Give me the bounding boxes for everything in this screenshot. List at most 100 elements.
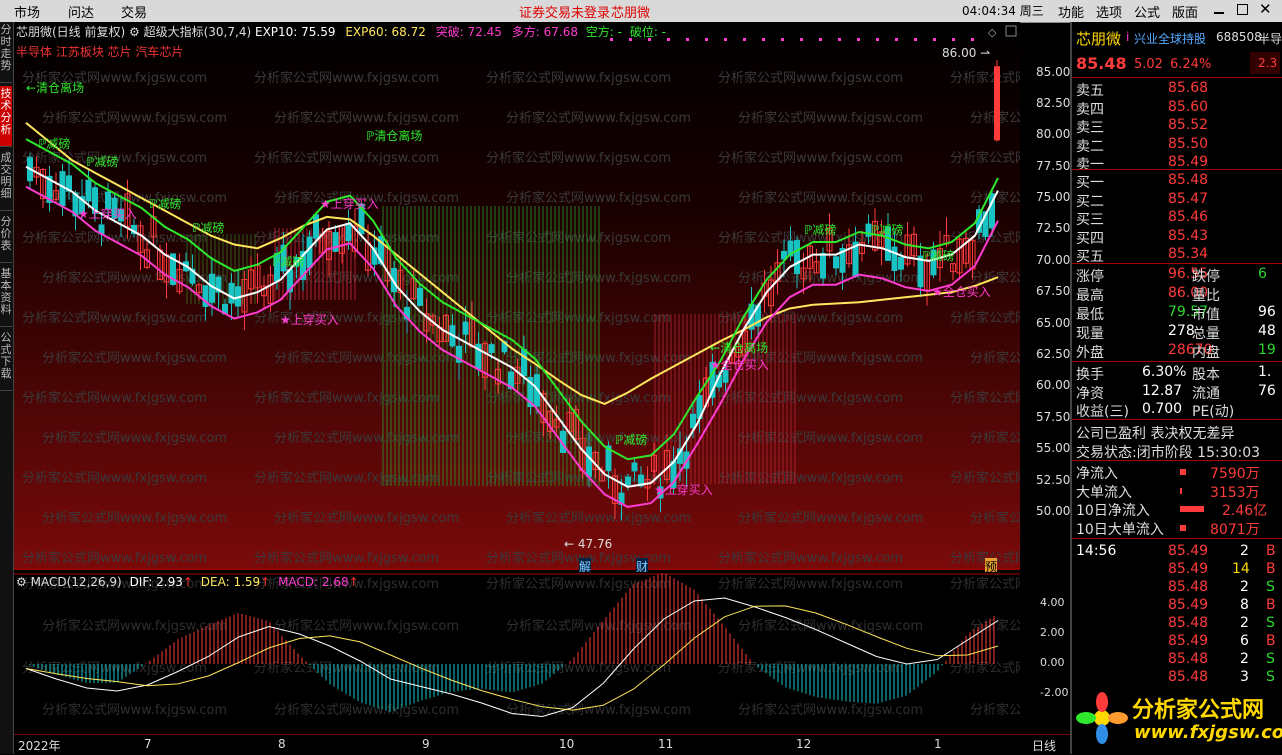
watermark-text: 分析家公式网www.fxjgsw.com	[506, 190, 691, 206]
signal-reduce-2: ℙ减磅	[86, 154, 118, 169]
signal-dot	[762, 38, 765, 41]
separator	[1072, 538, 1282, 539]
indicator-gear-icon[interactable]: ⚙	[129, 25, 140, 39]
tab-chengjiao[interactable]: 成交明细	[0, 150, 12, 211]
tab-gongshi[interactable]: 公式下载	[0, 330, 12, 391]
watermark-text: 分析家公式网www.fxjgsw.com	[486, 70, 671, 86]
x-label-10: 10	[559, 737, 575, 751]
signal-reduce-3: ℙ减磅	[149, 196, 181, 211]
menu-layout[interactable]: 版面	[1172, 2, 1198, 21]
signal-dot	[667, 38, 670, 41]
watermark-text: 分析家公式网www.fxjgsw.com	[506, 110, 691, 126]
watermark-text: 分析家公式网www.fxjgsw.com	[738, 110, 923, 126]
watermark-text: 分析家公式网www.fxjgsw.com	[486, 150, 671, 166]
menu-trade[interactable]: 交易	[121, 2, 147, 21]
x-label-8: 8	[278, 737, 286, 751]
stat-row: 现量 278 总量 48	[1076, 323, 1276, 342]
menu-wenda[interactable]: 问达	[68, 2, 94, 21]
separator	[1072, 361, 1282, 362]
candle-body	[625, 476, 631, 486]
concept-tags[interactable]: 半导体 江苏板块 芯片 汽车芯片	[16, 43, 183, 60]
price-tick: 72.50	[1036, 221, 1071, 236]
price-change: 5.02	[1134, 57, 1163, 72]
signal-dot	[686, 38, 689, 41]
menu-market[interactable]: 市场	[14, 2, 40, 21]
stat-row: 最低 79.57 市值 96	[1076, 304, 1276, 323]
watermark-text: 分析家公式网www.fxjgsw.com	[506, 618, 691, 634]
watermark-text: 分析家公式网www.fxjgsw.com	[486, 576, 671, 592]
maximize-icon[interactable]	[1237, 4, 1248, 15]
menu-function[interactable]: 功能	[1058, 2, 1084, 21]
tab-jishu[interactable]: 技术分析	[0, 86, 12, 147]
watermark-text: 分析家公式网www.fxjgsw.com	[22, 550, 207, 566]
signal-dot	[971, 38, 974, 41]
macd-tick: 4.00	[1040, 596, 1065, 609]
separator	[1072, 77, 1282, 78]
logo-url: www.fxjgsw.com	[1134, 722, 1282, 743]
close-icon[interactable]: ✕	[1259, 0, 1272, 18]
watermark-text: 分析家公式网www.fxjgsw.com	[950, 70, 1020, 86]
menu-options[interactable]: 选项	[1096, 2, 1122, 21]
macd-tick: 2.00	[1040, 626, 1065, 639]
holder-tag[interactable]: 兴业全球持股	[1134, 30, 1206, 47]
watermark-text: 分析家公式网www.fxjgsw.com	[718, 550, 903, 566]
signal-dot	[914, 38, 917, 41]
candle-body	[722, 370, 729, 383]
signal-dot	[781, 38, 784, 41]
tab-ziliao[interactable]: 基本资料	[0, 266, 12, 327]
stat-row: 净资 12.87 流通 76	[1076, 382, 1276, 402]
watermark-text: 分析家公式网www.fxjgsw.com	[970, 430, 1020, 446]
signal-dot	[743, 38, 746, 41]
watermark-text: 分析家公式网www.fxjgsw.com	[274, 618, 459, 634]
price-tick: 80.00	[1036, 127, 1071, 142]
macd-gear-icon[interactable]: ⚙	[16, 575, 27, 589]
minimize-icon[interactable]	[1214, 12, 1224, 14]
signal-dot	[895, 38, 898, 41]
side-pct-box: 2.3	[1250, 52, 1280, 74]
flow-row: 10日大单流入 8071万	[1076, 521, 1260, 538]
diamond-icon[interactable]: ◇	[988, 26, 997, 39]
candle-body	[898, 256, 904, 270]
watermark-text: 分析家公式网www.fxjgsw.com	[42, 702, 227, 718]
x-label-11: 11	[658, 737, 674, 751]
signal-buy-2: ★上穿买入	[280, 312, 339, 327]
flow-row: 10日净流入 2.46亿	[1076, 503, 1268, 519]
watermark-text: 分析家公式网www.fxjgsw.com	[738, 510, 923, 526]
watermark-text: 分析家公式网www.fxjgsw.com	[950, 310, 1020, 326]
signal-full-1: ★全仓买入	[710, 357, 769, 372]
duofang-value: 多方: 67.68	[511, 25, 578, 39]
tab-fenshi[interactable]: 分时走势	[0, 22, 12, 83]
stat-row: 外盘 28670 内盘 19	[1076, 342, 1276, 361]
candle-body	[891, 246, 898, 272]
signal-reduce-8: ℙ减磅	[871, 222, 903, 237]
signal-reduce-4: ℙ减磅	[192, 220, 224, 235]
period-label[interactable]: 日线	[1032, 737, 1056, 754]
login-warning[interactable]: 证券交易未登录	[519, 2, 610, 21]
signal-reduce-7: ℙ减磅	[804, 222, 836, 237]
ask-row: 卖四 85.60	[1076, 98, 1209, 118]
signal-dot	[838, 38, 841, 41]
watermark-text: 分析家公式网www.fxjgsw.com	[950, 150, 1020, 166]
watermark-text: 分析家公式网www.fxjgsw.com	[22, 390, 207, 406]
info-icon[interactable]: i	[1126, 30, 1129, 44]
kline-chart[interactable]: 分析家公式网www.fxjgsw.com 分析家公式网www.fxjgsw.com…	[14, 22, 1020, 570]
left-tab-strip: 分时走势 技术分析 成交明细 分价表 基本资料 公式下载	[0, 22, 14, 754]
signal-clear-2: ℙ清仓离场	[366, 128, 422, 143]
stat-row: 收益(三) 0.700 PE(动)	[1076, 401, 1235, 420]
menu-formula[interactable]: 公式	[1134, 2, 1160, 21]
stock-link[interactable]: 芯朋微	[611, 2, 650, 21]
indicator-name[interactable]: 超级大指标(30,7,4)	[144, 25, 252, 39]
watermark-text: 分析家公式网www.fxjgsw.com	[22, 470, 207, 486]
x-label-9: 9	[422, 737, 430, 751]
tab-fenjia[interactable]: 分价表	[0, 214, 12, 263]
flow-row: 大单流入 3153万	[1076, 484, 1260, 501]
signal-dot	[933, 38, 936, 41]
signal-reduce-1: ℙ减磅	[38, 136, 70, 151]
watermark-text: 分析家公式网www.fxjgsw.com	[738, 702, 923, 718]
macd-name[interactable]: MACD(12,26,9)	[31, 575, 122, 589]
separator	[1072, 419, 1282, 420]
watermark-text: 分析家公式网www.fxjgsw.com	[738, 618, 923, 634]
ask-row: 卖二 85.50	[1076, 135, 1209, 155]
watermark-text: 分析家公式网www.fxjgsw.com	[42, 430, 227, 446]
macd-chart[interactable]: 分析家公式网www.fxjgsw.com 分析家公式网www.fxjgsw.com…	[14, 572, 1020, 734]
